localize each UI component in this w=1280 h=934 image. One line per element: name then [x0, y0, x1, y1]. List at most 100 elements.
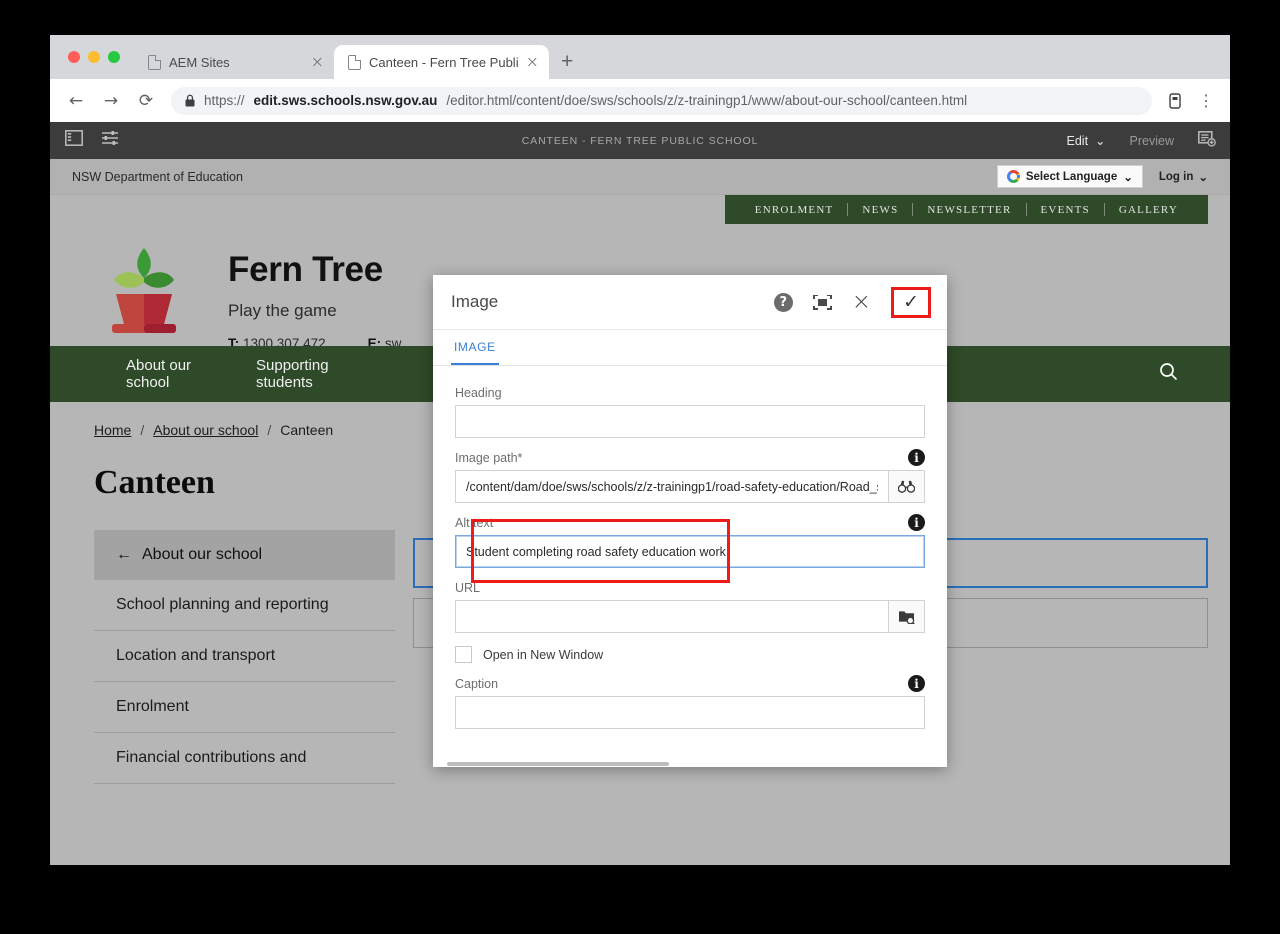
department-label: NSW Department of Education: [72, 169, 243, 184]
sidepanel-toggle-icon[interactable]: [65, 130, 83, 151]
tab-title: AEM Sites: [169, 54, 230, 70]
url-input[interactable]: [455, 600, 888, 633]
dialog-body: Heading Image path* i /content/dam/doe/s…: [433, 366, 947, 767]
browser-menu-icon[interactable]: ⋮: [1192, 87, 1220, 115]
dialog-horizontal-scrollbar[interactable]: [433, 760, 947, 767]
topnav-item-news[interactable]: NEWS: [848, 204, 912, 216]
forward-icon[interactable]: →: [95, 85, 127, 117]
field-caption: Caption i: [455, 675, 925, 729]
breadcrumb-item-home[interactable]: Home: [94, 422, 131, 438]
top-navigation: ENROLMENT NEWS NEWSLETTER EVENTS GALLERY: [724, 195, 1208, 224]
alt-text-label: Alt text: [455, 516, 494, 530]
tab-favicon-icon: [348, 54, 361, 70]
tab-strip: AEM Sites × Canteen - Fern Tree Public S…: [50, 35, 1230, 79]
url-host: edit.sws.schools.nsw.gov.au: [253, 93, 438, 108]
chevron-down-icon: ⌄: [1123, 171, 1133, 184]
topnav-item-gallery[interactable]: GALLERY: [1105, 204, 1192, 216]
reload-icon[interactable]: ⟳: [130, 85, 162, 117]
back-icon[interactable]: ←: [60, 85, 92, 117]
topnav-item-enrolment[interactable]: ENROLMENT: [741, 204, 848, 216]
breadcrumb-separator: /: [267, 422, 272, 438]
topnav-item-newsletter[interactable]: NEWSLETTER: [913, 204, 1025, 216]
text-cursor: [726, 544, 728, 559]
field-url: URL: [455, 581, 925, 633]
image-path-label: Image path*: [455, 451, 523, 465]
window-controls: [60, 35, 134, 79]
help-icon[interactable]: ?: [773, 292, 793, 312]
back-arrow-icon: ←: [116, 546, 132, 563]
profile-icon[interactable]: [1161, 87, 1189, 115]
info-icon[interactable]: i: [908, 449, 925, 466]
language-selector[interactable]: Select Language ⌄: [996, 165, 1143, 188]
tab-close-icon[interactable]: ×: [526, 54, 539, 70]
search-icon[interactable]: [1159, 362, 1208, 386]
school-name: Fern Tree: [228, 250, 383, 289]
tab-image[interactable]: IMAGE: [451, 340, 499, 365]
aem-page-title: CANTEEN - FERN TREE PUBLIC SCHOOL: [521, 134, 759, 147]
field-image-path: Image path* i: [455, 449, 925, 503]
breadcrumb-separator: /: [140, 422, 145, 438]
open-new-window-label: Open in New Window: [483, 647, 604, 662]
maximize-window-button[interactable]: [108, 51, 120, 63]
page-search-icon[interactable]: [888, 600, 925, 633]
info-icon[interactable]: i: [908, 675, 925, 692]
url-scheme: https://: [204, 93, 245, 108]
field-alt-text: Alt text i Student completing road safet…: [455, 514, 925, 568]
sidebar-item-financial-contributions[interactable]: Financial contributions and: [94, 733, 395, 784]
breadcrumb-item-about-our-school[interactable]: About our school: [153, 422, 258, 438]
utility-bar: NSW Department of Education Select Langu…: [50, 159, 1230, 195]
sidebar-item-about-our-school[interactable]: ← About our school: [94, 530, 395, 580]
breadcrumb-item-canteen: Canteen: [280, 422, 334, 438]
topnav-item-events[interactable]: EVENTS: [1027, 204, 1104, 216]
top-navigation-strip: ENROLMENT NEWS NEWSLETTER EVENTS GALLERY: [50, 195, 1230, 224]
school-logo: [94, 242, 194, 338]
browser-toolbar: ← → ⟳ https:// edit.sws.schools.nsw.gov.a…: [50, 79, 1230, 122]
minimize-window-button[interactable]: [88, 51, 100, 63]
confirm-button[interactable]: ✓: [891, 286, 931, 318]
browser-tab-aem-sites[interactable]: AEM Sites ×: [134, 45, 334, 79]
google-icon: [1006, 170, 1020, 183]
language-label: Select Language: [1025, 170, 1118, 183]
preview-button[interactable]: Preview: [1130, 134, 1174, 148]
url-label: URL: [455, 581, 481, 595]
browser-window: AEM Sites × Canteen - Fern Tree Public S…: [50, 35, 1230, 865]
sidebar-item-location-transport[interactable]: Location and transport: [94, 631, 395, 682]
sidebar-item-enrolment[interactable]: Enrolment: [94, 682, 395, 733]
caption-label: Caption: [455, 677, 499, 691]
page-properties-icon[interactable]: [101, 130, 119, 151]
add-annotation-icon[interactable]: [1198, 130, 1216, 152]
open-new-window-checkbox[interactable]: [455, 646, 472, 663]
info-icon[interactable]: i: [908, 514, 925, 531]
close-icon[interactable]: ×: [852, 290, 871, 314]
dialog-header: Image ? × ✓: [433, 275, 947, 330]
lock-icon: [185, 94, 195, 107]
new-tab-button[interactable]: +: [549, 45, 585, 79]
edit-mode-selector[interactable]: Edit ⌄: [1067, 133, 1106, 149]
dialog-title: Image: [451, 292, 499, 311]
caption-input[interactable]: [455, 696, 925, 729]
left-navigation: ← About our school School planning and r…: [50, 530, 395, 784]
fullscreen-icon[interactable]: [812, 294, 832, 310]
dialog-tabs: IMAGE: [433, 330, 947, 366]
browser-tab-canteen[interactable]: Canteen - Fern Tree Public Sch ×: [334, 45, 549, 79]
tab-favicon-icon: [148, 54, 161, 70]
sidebar-item-school-planning[interactable]: School planning and reporting: [94, 580, 395, 631]
alt-text-input[interactable]: Student completing road safety education…: [455, 535, 925, 568]
field-open-new-window[interactable]: Open in New Window: [455, 646, 925, 663]
login-menu[interactable]: Log in ⌄: [1159, 170, 1208, 184]
tab-title: Canteen - Fern Tree Public Sch: [369, 54, 518, 70]
mainnav-item-supporting-students[interactable]: Supporting students: [224, 357, 354, 392]
aem-editor-toolbar: CANTEEN - FERN TREE PUBLIC SCHOOL Edit ⌄…: [50, 122, 1230, 159]
address-bar[interactable]: https:// edit.sws.schools.nsw.gov.au/edit…: [171, 86, 1152, 115]
close-window-button[interactable]: [68, 51, 80, 63]
field-heading: Heading: [455, 386, 925, 438]
image-path-input[interactable]: [455, 470, 888, 503]
mainnav-item-about-our-school[interactable]: About our school: [94, 357, 224, 392]
heading-input[interactable]: [455, 405, 925, 438]
tab-close-icon[interactable]: ×: [311, 54, 324, 70]
image-dialog: Image ? × ✓ IMAGE Heading Image path* i …: [433, 275, 947, 767]
url-path: /editor.html/content/doe/sws/schools/z/z…: [446, 93, 968, 108]
login-label: Log in: [1158, 170, 1194, 183]
binoculars-icon[interactable]: [888, 470, 925, 503]
chevron-down-icon: ⌄: [1198, 171, 1208, 184]
